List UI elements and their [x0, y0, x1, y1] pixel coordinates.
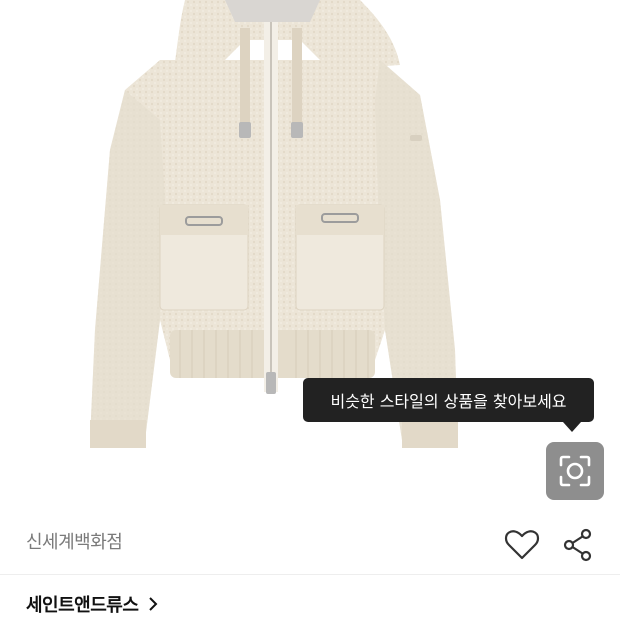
seller-name: 신세계백화점: [26, 532, 123, 553]
camera-lens-icon: [559, 455, 591, 487]
heart-outline-icon: [504, 530, 540, 560]
share-button[interactable]: [562, 528, 594, 562]
chevron-right-icon: [149, 597, 158, 611]
brand-name: 세인트앤드류스: [26, 595, 139, 616]
like-button[interactable]: [504, 529, 540, 561]
visual-search-tooltip: 비슷한 스타일의 상품을 찾아보세요: [303, 378, 594, 432]
divider: [0, 574, 620, 575]
product-image[interactable]: [0, 0, 620, 500]
share-icon: [563, 528, 592, 562]
brand-link[interactable]: 세인트앤드류스: [26, 591, 158, 617]
visual-search-button[interactable]: [546, 442, 604, 500]
jacket-illustration: [90, 0, 458, 448]
tooltip-text: 비슷한 스타일의 상품을 찾아보세요: [330, 392, 567, 411]
